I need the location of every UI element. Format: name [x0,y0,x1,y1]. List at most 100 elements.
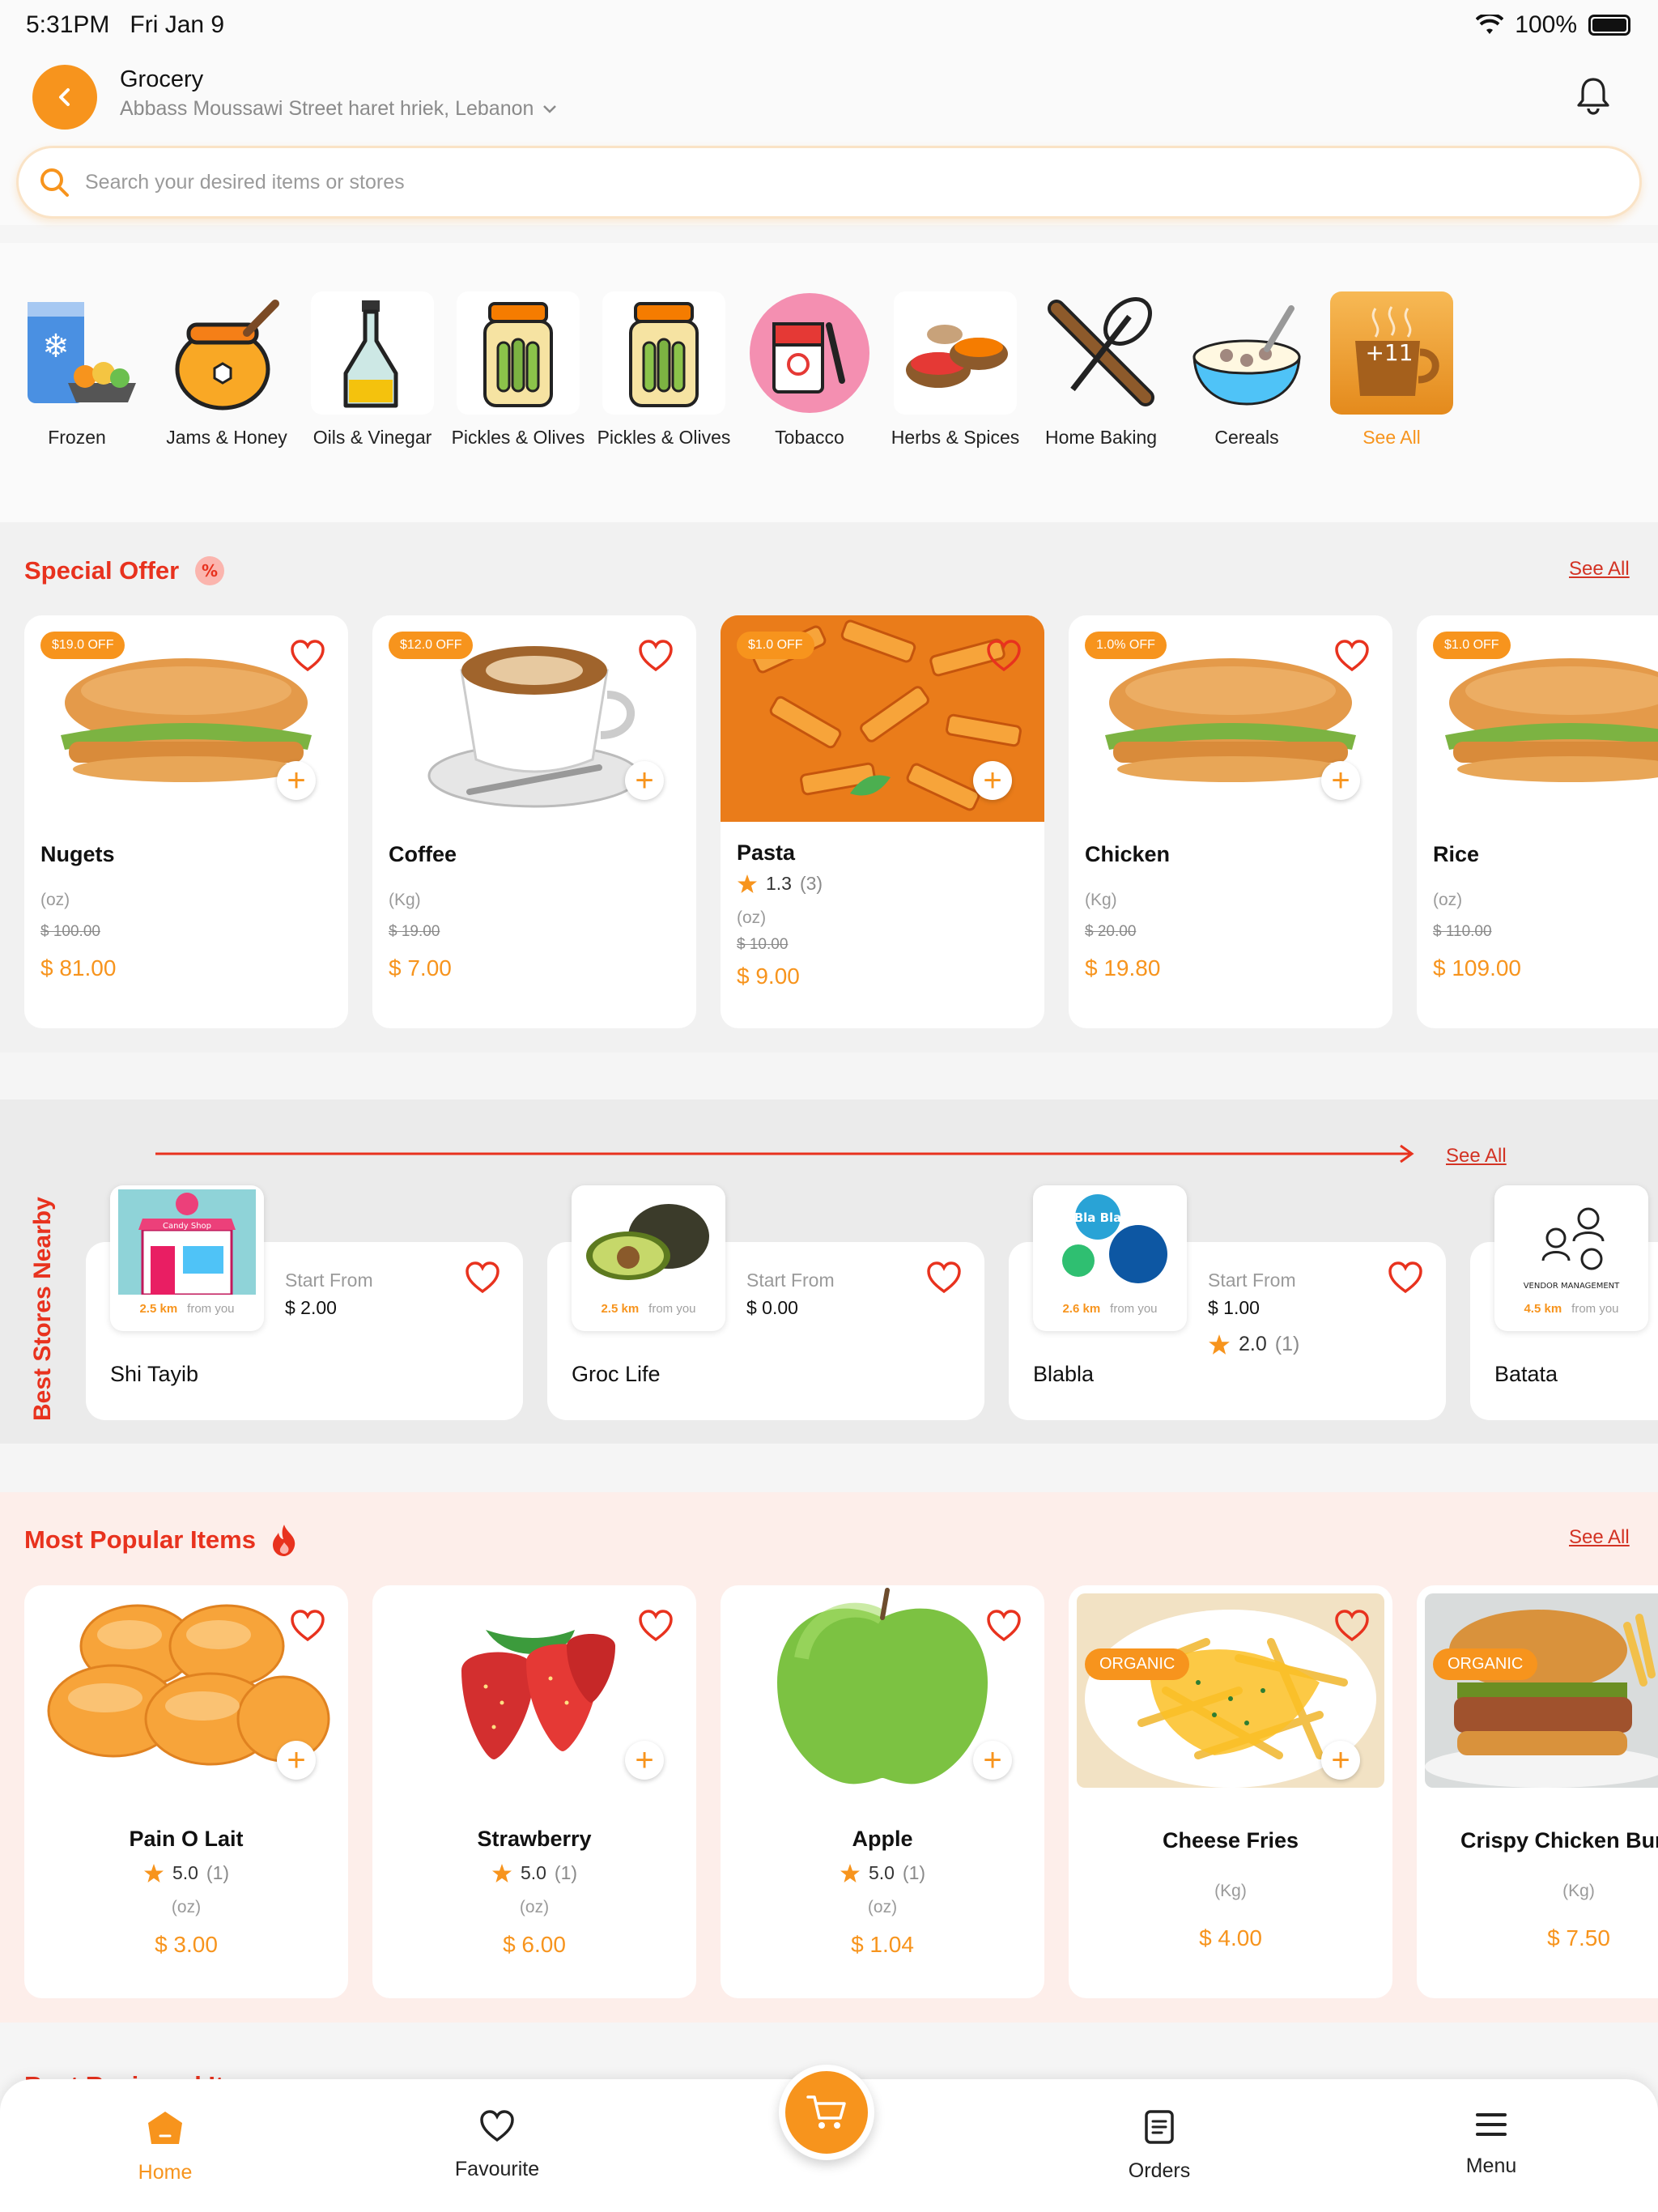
product-unit: (Kg) [389,891,421,909]
category-label: Frozen [48,427,106,448]
store-distance: 4.5 km from you [1524,1302,1619,1316]
store-card[interactable]: Candy Shop 2.5 km from you Start From $ 2… [86,1185,523,1420]
category-oils-vinegar[interactable]: Oils & Vinegar [304,291,441,450]
add-to-cart-button[interactable]: + [277,1741,316,1780]
heart-icon[interactable] [290,1610,325,1642]
menu-icon [1476,2113,1507,2136]
store-card[interactable]: 2.5 km from you Start From $ 0.00 Groc Li… [547,1185,984,1420]
offer-card[interactable]: $1.0 OFF + Pasta 1.3 (3) (oz) $ 10.00 $ … [721,615,1044,1028]
nav-menu-label: Menu [1465,2155,1517,2177]
stores-section: See All Candy Shop 2.5 km from you Start … [0,1100,1658,1444]
store-card[interactable]: Bla Bla 2.6 km from you Start From $ 1.00… [1009,1185,1446,1420]
frozen-bag-icon: ❄ [15,291,138,415]
organic-badge: ORGANIC [1085,1648,1190,1680]
product-price: $ 1.04 [851,1932,914,1957]
category-label: Jams & Honey [166,427,287,448]
back-button[interactable] [32,65,97,130]
offer-card[interactable]: $19.0 OFF + Nugets (oz) $ 100.00 $ 81.00 [24,615,348,1028]
popular-title: Most Popular Items [24,1523,298,1557]
heart-icon[interactable] [1334,1610,1370,1642]
heart-icon[interactable] [638,640,674,672]
store-card[interactable]: VENDOR MANAGEMENT 4.5 km from you Batata [1470,1185,1658,1420]
start-from-price: $ 0.00 [746,1297,798,1318]
product-name: Strawberry [477,1827,592,1851]
add-to-cart-button[interactable]: + [973,1741,1012,1780]
cart-icon [806,2095,846,2129]
discount-badge: $1.0 OFF [1433,632,1511,659]
store-distance: 2.6 km from you [1062,1302,1158,1316]
status-bar: 5:31PM Fri Jan 9 100% [0,0,1658,52]
heart-icon[interactable] [986,640,1022,672]
heart-icon[interactable] [465,1261,500,1294]
category-label: Oils & Vinegar [312,427,432,448]
heart-icon[interactable] [986,1610,1022,1642]
nav-home-label: Home [138,2161,193,2184]
cart-button[interactable] [779,2065,874,2160]
search-input[interactable]: Search your desired items or stores [85,171,405,194]
status-right: 100% [1476,11,1630,39]
arrow-right-icon [155,1144,1414,1163]
store-logo: 2.5 km from you [572,1185,725,1331]
add-to-cart-button[interactable]: + [625,761,664,800]
product-price: $ 7.50 [1547,1925,1610,1950]
product-rating: 1.3 (3) [737,873,823,895]
category-tobacco[interactable]: Tobacco [741,291,878,450]
stores-see-all[interactable]: See All [1446,1145,1507,1168]
nav-favourite-label: Favourite [454,2158,540,2180]
heart-icon[interactable] [290,640,325,672]
product-unit: (oz) [171,1898,202,1916]
special-offer-see-all[interactable]: See All [1569,558,1630,581]
popular-card[interactable]: + Apple 5.0 (1) (oz) $ 1.04 [721,1585,1044,1998]
nav-favourite[interactable]: Favourite [416,2110,578,2181]
nav-orders[interactable]: Orders [1078,2110,1240,2183]
heart-icon[interactable] [638,1610,674,1642]
popular-see-all[interactable]: See All [1569,1526,1630,1549]
add-to-cart-button[interactable]: + [1321,761,1360,800]
product-old-price: $ 100.00 [40,923,100,940]
product-unit: (oz) [1433,891,1463,909]
category-cereals[interactable]: Cereals [1178,291,1316,450]
nav-home[interactable]: Home [84,2110,246,2184]
category-see-all[interactable]: +11 See All [1323,291,1460,450]
popular-card[interactable]: ORGANIC + Cheese Fries (Kg) $ 4.00 [1069,1585,1392,1998]
offer-card[interactable]: $12.0 OFF + Coffee (Kg) $ 19.00 $ 7.00 [372,615,696,1028]
product-old-price: $ 10.00 [737,936,789,953]
search-icon [40,168,69,197]
home-icon [148,2112,182,2144]
popular-card[interactable]: + Pain O Lait 5.0 (1) (oz) $ 3.00 [24,1585,348,1998]
category-frozen[interactable]: ❄ Frozen [8,291,146,450]
add-to-cart-button[interactable]: + [277,761,316,800]
address-selector[interactable]: Abbass Moussawi Street haret hriek, Leba… [120,97,558,121]
product-name: Chicken [1085,842,1171,866]
category-pickles-olives-2[interactable]: Pickles & Olives [595,291,733,450]
star-icon [1209,1334,1230,1355]
heart-icon[interactable] [1334,640,1370,672]
category-jams-honey[interactable]: Jams & Honey [158,291,295,450]
nav-menu[interactable]: Menu [1410,2110,1572,2178]
product-unit: (oz) [737,908,767,927]
popular-card[interactable]: + Strawberry 5.0 (1) (oz) $ 6.00 [372,1585,696,1998]
product-name: Coffee [389,842,457,866]
heart-icon[interactable] [926,1261,962,1294]
offer-card[interactable]: $1.0 OFF Rice (oz) $ 110.00 $ 109.00 [1417,615,1658,1028]
store-name: Batata [1494,1362,1558,1386]
add-to-cart-button[interactable]: + [625,1741,664,1780]
add-to-cart-button[interactable]: + [973,761,1012,800]
notification-button[interactable] [1575,76,1611,119]
product-unit: (Kg) [1214,1882,1247,1900]
popular-card[interactable]: ORGANIC Crispy Chicken Bur (Kg) $ 7.50 [1417,1585,1658,1998]
category-pickles-olives[interactable]: Pickles & Olives [449,291,587,450]
search-bar[interactable]: Search your desired items or stores [16,146,1642,219]
add-to-cart-button[interactable]: + [1321,1741,1360,1780]
honey-pot-icon [165,291,288,415]
offer-card[interactable]: 1.0% OFF + Chicken (Kg) $ 20.00 $ 19.80 [1069,615,1392,1028]
oil-bottle-icon [311,291,434,415]
tobacco-icon [748,291,871,415]
category-herbs-spices[interactable]: Herbs & Spices [886,291,1024,450]
see-all-count: +11 [1365,339,1413,366]
category-home-baking[interactable]: Home Baking [1032,291,1170,450]
product-unit: (Kg) [1085,891,1117,909]
heart-icon[interactable] [1388,1261,1423,1294]
coffee-cup-icon: +11 [1330,291,1453,415]
product-price: $ 6.00 [503,1932,566,1957]
